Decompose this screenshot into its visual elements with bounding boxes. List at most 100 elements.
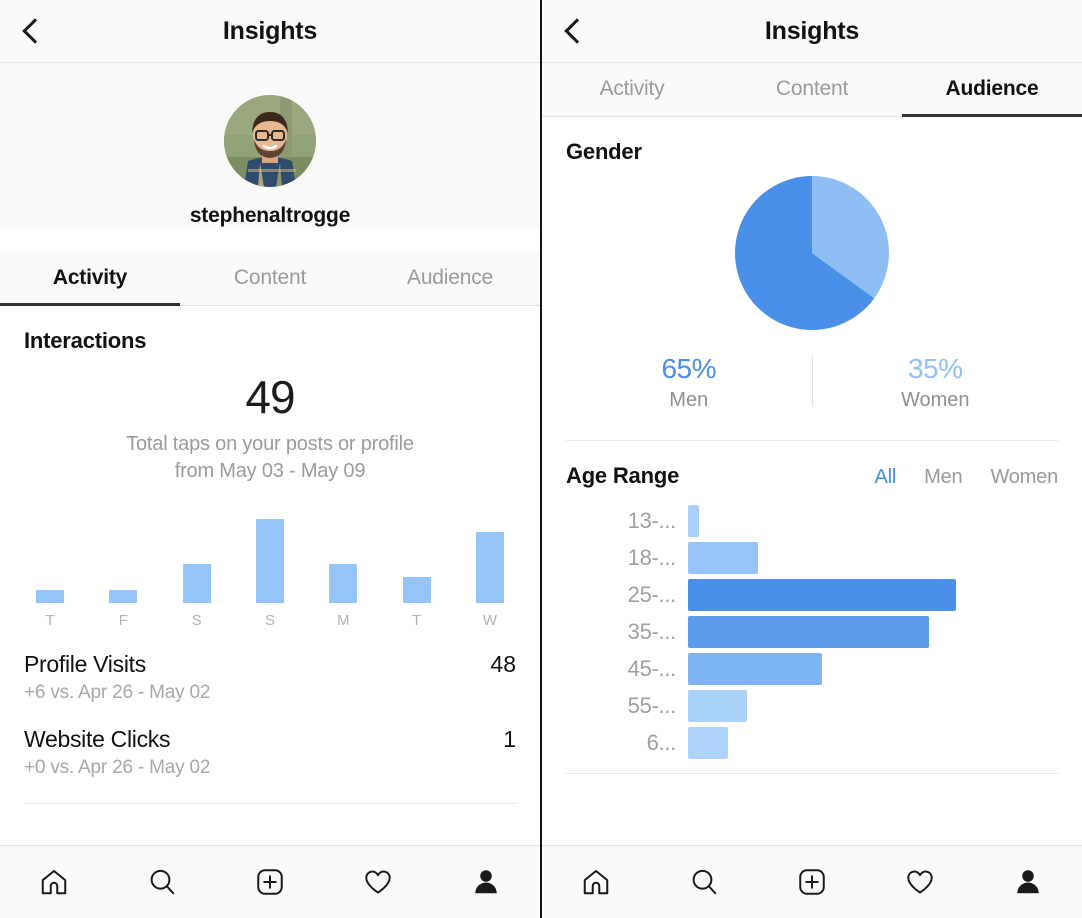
weekly-bar-label: M bbox=[337, 612, 350, 629]
back-button[interactable] bbox=[18, 14, 52, 48]
weekly-bar bbox=[109, 590, 137, 603]
weekly-bar-label: S bbox=[192, 612, 202, 629]
weekly-bar-column: T bbox=[397, 511, 437, 629]
username: stephenaltrogge bbox=[190, 204, 350, 228]
weekly-bar-label: S bbox=[265, 612, 275, 629]
weekly-bar-column: S bbox=[250, 511, 290, 629]
age-range-chart: 13-... 18-... 25-... 35-... 45-... 55-... 6... bbox=[566, 505, 1058, 759]
stat-value: 1 bbox=[503, 726, 516, 753]
weekly-bar bbox=[403, 577, 431, 603]
gender-section: Gender 65% Men 35% Women bbox=[542, 117, 1082, 412]
audience-panel: Insights Activity Content Audience Gende… bbox=[542, 0, 1082, 918]
stat-name: Website Clicks bbox=[24, 726, 170, 753]
profile-icon[interactable] bbox=[1005, 859, 1051, 905]
age-range-row: 13-... bbox=[566, 505, 1058, 537]
age-range-title: Age Range bbox=[566, 463, 679, 489]
interactions-section: Interactions 49 Total taps on your posts… bbox=[0, 306, 540, 629]
search-icon[interactable] bbox=[139, 859, 185, 905]
interactions-subtitle-line1: Total taps on your posts or profile bbox=[24, 431, 516, 458]
weekly-interactions-chart: TFSSMTW bbox=[24, 511, 516, 629]
gender-pie-chart bbox=[734, 175, 890, 331]
weekly-bar-label: W bbox=[483, 612, 497, 629]
add-post-icon[interactable] bbox=[789, 859, 835, 905]
chevron-left-icon bbox=[22, 18, 47, 43]
avatar-image bbox=[224, 95, 316, 187]
divider bbox=[24, 803, 516, 804]
tab-activity[interactable]: Activity bbox=[542, 63, 722, 116]
age-filter-all[interactable]: All bbox=[875, 466, 897, 489]
interactions-subtitle-line2: from May 03 - May 09 bbox=[24, 458, 516, 485]
age-range-label: 35-... bbox=[566, 619, 688, 645]
tab-audience[interactable]: Audience bbox=[902, 63, 1082, 116]
age-range-bar bbox=[688, 690, 747, 722]
age-filter-men[interactable]: Men bbox=[924, 466, 962, 489]
stat-row-profile-visits[interactable]: Profile Visits 48 +6 vs. Apr 26 - May 02 bbox=[24, 629, 516, 704]
weekly-bar-label: T bbox=[45, 612, 54, 629]
weekly-bar bbox=[476, 532, 504, 603]
weekly-bar bbox=[256, 519, 284, 603]
age-range-label: 6... bbox=[566, 730, 688, 756]
age-range-row: 25-... bbox=[566, 579, 1058, 611]
age-range-bar bbox=[688, 653, 822, 685]
gender-legend-men: 65% Men bbox=[566, 353, 812, 412]
weekly-bar-column: M bbox=[323, 511, 363, 629]
left-tabs: Activity Content Audience bbox=[0, 252, 540, 306]
weekly-bar-label: F bbox=[119, 612, 128, 629]
gender-pie-wrap bbox=[566, 175, 1058, 331]
heart-icon[interactable] bbox=[897, 859, 943, 905]
age-range-row: 45-... bbox=[566, 653, 1058, 685]
weekly-bar-label: T bbox=[412, 612, 421, 629]
weekly-bar bbox=[183, 564, 211, 603]
women-label: Women bbox=[813, 389, 1059, 412]
divider bbox=[566, 773, 1058, 774]
right-navbar: Insights bbox=[542, 0, 1082, 63]
page-title: Insights bbox=[0, 17, 540, 46]
activity-panel: Insights bbox=[0, 0, 542, 918]
weekly-bar-column: S bbox=[177, 511, 217, 629]
tab-audience[interactable]: Audience bbox=[360, 252, 540, 305]
age-range-label: 18-... bbox=[566, 545, 688, 571]
stat-name: Profile Visits bbox=[24, 651, 146, 678]
age-range-bar bbox=[688, 727, 728, 759]
search-icon[interactable] bbox=[681, 859, 727, 905]
age-filter-women[interactable]: Women bbox=[990, 466, 1058, 489]
home-icon[interactable] bbox=[573, 859, 619, 905]
profile-icon[interactable] bbox=[463, 859, 509, 905]
weekly-bar-column: T bbox=[30, 511, 70, 629]
age-range-label: 13-... bbox=[566, 508, 688, 534]
age-range-header: Age Range All Men Women bbox=[566, 463, 1058, 489]
bottom-nav-right bbox=[542, 845, 1082, 918]
tab-content[interactable]: Content bbox=[722, 63, 902, 116]
age-range-label: 25-... bbox=[566, 582, 688, 608]
women-percent: 35% bbox=[813, 353, 1059, 385]
bottom-nav-left bbox=[0, 845, 540, 918]
age-range-label: 55-... bbox=[566, 693, 688, 719]
age-range-bar bbox=[688, 542, 758, 574]
age-range-row: 18-... bbox=[566, 542, 1058, 574]
page-title: Insights bbox=[542, 17, 1082, 46]
add-post-icon[interactable] bbox=[247, 859, 293, 905]
age-range-filters: All Men Women bbox=[875, 466, 1059, 489]
weekly-bar-column: F bbox=[103, 511, 143, 629]
left-navbar: Insights bbox=[0, 0, 540, 63]
stat-row-website-clicks[interactable]: Website Clicks 1 +0 vs. Apr 26 - May 02 bbox=[24, 704, 516, 779]
interactions-title: Interactions bbox=[24, 328, 516, 354]
back-button[interactable] bbox=[560, 14, 594, 48]
interactions-total: 49 bbox=[24, 374, 516, 420]
age-range-section: Age Range All Men Women 13-... 18-... 25-.… bbox=[542, 441, 1082, 759]
heart-icon[interactable] bbox=[355, 859, 401, 905]
men-label: Men bbox=[566, 389, 812, 412]
chevron-left-icon bbox=[564, 18, 589, 43]
insights-screens: Insights bbox=[0, 0, 1082, 918]
stats-list: Profile Visits 48 +6 vs. Apr 26 - May 02… bbox=[0, 629, 540, 779]
gender-legend-women: 35% Women bbox=[813, 353, 1059, 412]
stat-delta: +6 vs. Apr 26 - May 02 bbox=[24, 682, 516, 704]
avatar[interactable] bbox=[224, 95, 316, 187]
stat-delta: +0 vs. Apr 26 - May 02 bbox=[24, 757, 516, 779]
tab-content[interactable]: Content bbox=[180, 252, 360, 305]
age-range-row: 35-... bbox=[566, 616, 1058, 648]
tab-activity[interactable]: Activity bbox=[0, 252, 180, 305]
stat-value: 48 bbox=[490, 651, 516, 678]
home-icon[interactable] bbox=[31, 859, 77, 905]
age-range-label: 45-... bbox=[566, 656, 688, 682]
